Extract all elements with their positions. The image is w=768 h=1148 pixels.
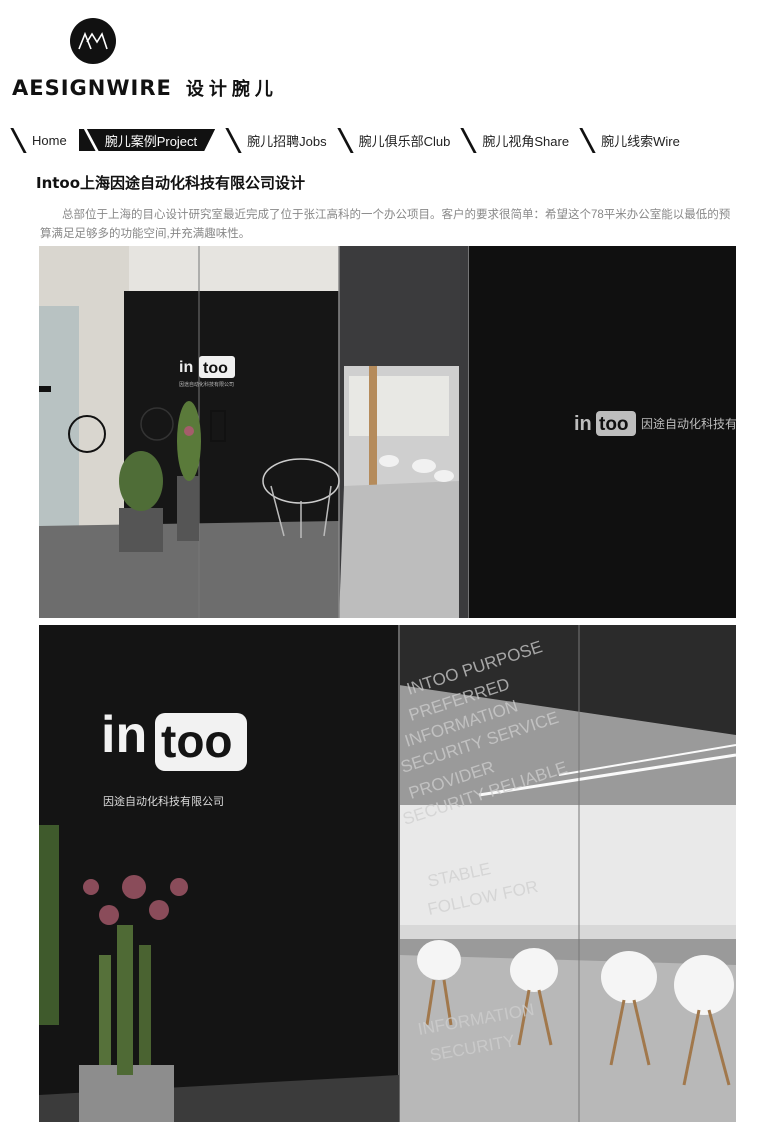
nav-label: 腕儿线索Wire — [601, 133, 680, 149]
nav-label: 腕儿俱乐部Club — [358, 133, 451, 149]
article-description: 总部位于上海的目心设计研究室最近完成了位于张江高科的一个办公项目。客户的要求很简… — [40, 209, 731, 240]
nav-label: 腕儿视角Share — [482, 133, 570, 149]
photo1-glass-company: 因途自动化科技有 — [641, 416, 736, 431]
slash-icon — [339, 129, 353, 151]
nav-item-project[interactable]: 腕儿案例Project — [78, 129, 216, 151]
slash-icon — [85, 129, 99, 151]
photo1-sign-in: in — [179, 359, 193, 376]
office-sign-image: in too 因途自动化科技有限公司 INTOO PURPOSE PREFERR… — [39, 625, 736, 1122]
photo1-sign-sub: 因途自动化科技有限公司 — [179, 381, 234, 388]
article-title: Intoo上海因途自动化科技有限公司设计 — [36, 174, 306, 192]
photo1-glass-in: in — [574, 413, 592, 435]
brand-name-cn: 设计腕儿 — [185, 79, 278, 100]
project-photo-2: in too 因途自动化科技有限公司 INTOO PURPOSE PREFERR… — [39, 625, 736, 1122]
brand-logo-mark[interactable] — [70, 18, 116, 64]
slash-icon — [227, 129, 241, 151]
photo2-sign-too: too — [161, 715, 233, 767]
nav-label: Home — [32, 132, 67, 148]
photo1-glass-too: too — [599, 414, 629, 435]
slash-icon — [12, 129, 26, 151]
aw-logo-icon — [78, 32, 108, 50]
nav-item-share[interactable]: 腕儿视角Share — [462, 129, 569, 151]
nav-item-jobs[interactable]: 腕儿招聘Jobs — [227, 129, 326, 151]
nav-item-home[interactable]: Home — [12, 129, 67, 151]
project-photo-1: too in 因途自动化科技有限公司 in too 因途自动化科技有 — [39, 246, 736, 618]
photo2-sign-sub: 因途自动化科技有限公司 — [103, 794, 224, 808]
nav-item-wire[interactable]: 腕儿线索Wire — [581, 129, 680, 151]
office-entrance-image: too in 因途自动化科技有限公司 in too 因途自动化科技有 — [39, 246, 736, 618]
photo2-sign-in: in — [101, 706, 147, 764]
brand-wordmark[interactable]: AESIGNWIRE 设计腕儿 — [12, 74, 278, 102]
brand-name-en: AESIGNWIRE — [12, 76, 172, 100]
nav-label: 腕儿案例Project — [104, 133, 198, 149]
photo1-sign-too: too — [203, 360, 228, 377]
slash-icon — [462, 129, 476, 151]
main-nav: Home 腕儿案例Project 腕儿招聘Jobs 腕儿俱乐部Club 腕儿视角… — [12, 128, 692, 152]
nav-item-club[interactable]: 腕儿俱乐部Club — [339, 129, 451, 151]
slash-icon — [581, 129, 595, 151]
nav-label: 腕儿招聘Jobs — [247, 133, 327, 149]
